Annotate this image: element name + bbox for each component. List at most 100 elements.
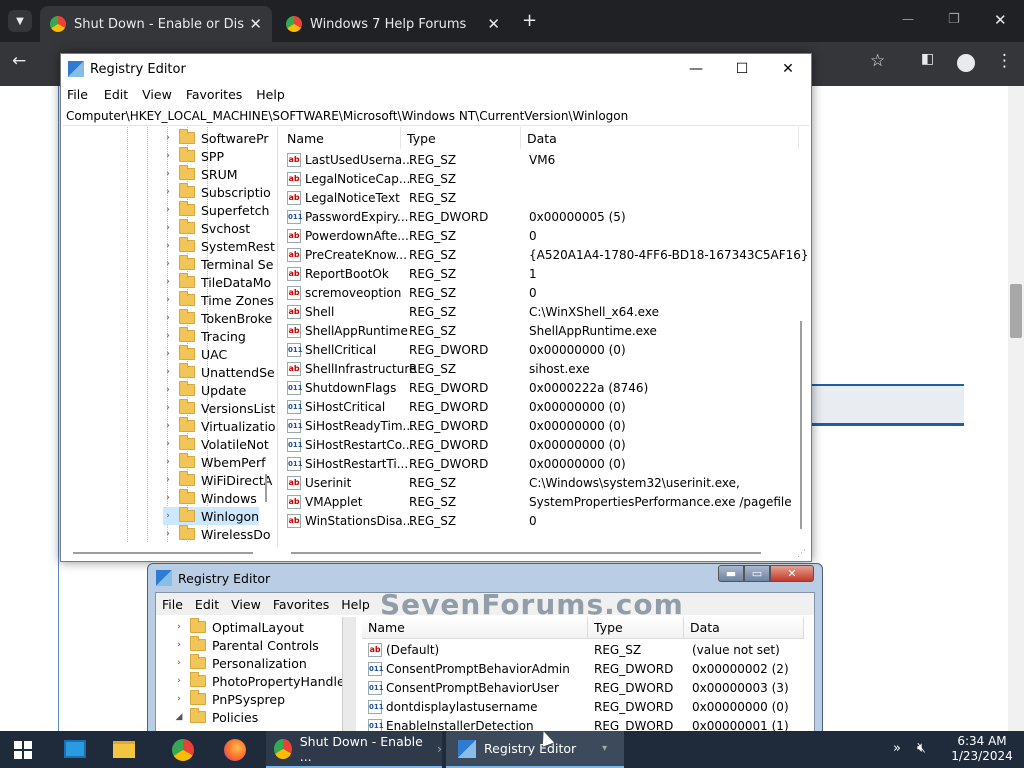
tree-item[interactable]: › Time Zones (163, 291, 274, 309)
table-row[interactable]: ab LegalNoticeText REG_SZ (281, 189, 801, 208)
close-window-button[interactable]: ✕ (994, 11, 1007, 29)
tree-item[interactable]: › UAC (163, 345, 227, 363)
side-panel-icon[interactable]: ◧ (921, 51, 934, 67)
table-row[interactable]: 011 PasswordExpiry... REG_DWORD 0x00000005 … (281, 208, 801, 227)
table-row[interactable]: ab ReportBootOk REG_SZ 1 (281, 265, 801, 284)
chevron-right-icon[interactable]: › (163, 421, 173, 431)
table-row[interactable]: ab PreCreateKnow... REG_SZ {A520A1A4-1780-4… (281, 246, 809, 265)
chevron-right-icon[interactable]: › (163, 295, 173, 305)
file-explorer-icon[interactable] (113, 741, 135, 758)
chevron-right-icon[interactable]: › (163, 439, 173, 449)
chevron-right-icon[interactable]: › (163, 277, 173, 287)
tree-item[interactable]: › UnattendSe (163, 363, 275, 381)
list-horizontal-scrollbar[interactable] (291, 552, 761, 554)
tree-item[interactable]: › Tracing (163, 327, 246, 345)
page-scrollbar[interactable] (1008, 86, 1024, 731)
table-row[interactable]: 011 ShutdownFlags REG_DWORD 0x0000222a (874… (281, 379, 801, 398)
chevron-right-icon[interactable]: › (163, 151, 173, 161)
tree-item[interactable]: › TokenBroke (163, 309, 272, 327)
chevron-right-icon[interactable]: › (163, 241, 173, 251)
page-scrollbar-thumb[interactable] (1010, 284, 1022, 338)
chevron-right-icon[interactable]: › (163, 457, 173, 467)
chevron-right-icon[interactable]: › (163, 205, 173, 215)
menu-help[interactable]: Help (250, 87, 291, 102)
firefox-icon[interactable] (224, 739, 246, 761)
chevron-right-icon[interactable]: › (163, 511, 173, 521)
value-list[interactable]: Name Type Data ab LastUsedUserna... REG_SZ… (281, 127, 811, 542)
chevron-right-icon[interactable]: › (163, 313, 173, 323)
table-row[interactable]: ab LegalNoticeCap... REG_SZ (281, 170, 801, 189)
chevron-right-icon[interactable]: › (163, 529, 173, 539)
tree-item[interactable]: › Windows (163, 489, 257, 507)
tree-item[interactable]: › Subscriptio (163, 183, 271, 201)
clock[interactable]: 6:34 AM 1/23/2024 (950, 734, 1014, 764)
start-windows-icon[interactable] (14, 741, 32, 759)
address-bar[interactable]: Computer\HKEY_LOCAL_MACHINE\SOFTWARE\Mic… (63, 106, 809, 126)
tree-item[interactable]: › Update (163, 381, 246, 399)
table-row[interactable]: ab ShellInfrastructure REG_SZ sihost.exe (281, 360, 801, 379)
profile-icon[interactable] (957, 54, 975, 72)
chevron-right-icon[interactable]: › (163, 367, 173, 377)
tree-item[interactable]: › SRUM (163, 165, 238, 183)
table-row[interactable]: ab scremoveoption REG_SZ 0 (281, 284, 801, 303)
maximize-button[interactable]: ☐ (719, 54, 765, 84)
taskbar-app-chrome[interactable]: Shut Down - Enable ... › (266, 731, 442, 768)
menu-edit[interactable]: Edit (98, 87, 134, 102)
menu-favorites[interactable]: Favorites (180, 87, 248, 102)
task-view-icon[interactable] (64, 740, 86, 758)
tree-item[interactable]: › Terminal Se (163, 255, 273, 273)
chevron-right-icon[interactable]: › (163, 349, 173, 359)
menu-file[interactable]: File (61, 87, 94, 102)
back-arrow-icon[interactable]: ← (12, 51, 26, 71)
column-header-name[interactable]: Name (281, 127, 401, 149)
tab-windows7-help[interactable]: Windows 7 Help Forums ✕ (276, 6, 510, 42)
table-row[interactable]: 011 SiHostReadyTim... REG_DWORD 0x00000000 … (281, 417, 801, 436)
table-row[interactable]: 011 SiHostRestartCo... REG_DWORD 0x00000000… (281, 436, 801, 455)
chevron-right-icon[interactable]: › (163, 133, 173, 143)
restore-button[interactable]: ❐ (948, 12, 960, 27)
table-row[interactable]: 011 ShellCritical REG_DWORD 0x00000000 (0) (281, 341, 801, 360)
tab-shut-down[interactable]: Shut Down - Enable or Disable ✕ (40, 6, 272, 42)
chevron-right-icon[interactable]: › (163, 259, 173, 269)
chevron-right-icon[interactable]: › (163, 223, 173, 233)
minimize-button[interactable]: — (673, 54, 719, 84)
minimize-button[interactable]: — (902, 12, 914, 26)
table-row[interactable]: ab LastUsedUserna... REG_SZ VM6 (281, 151, 801, 170)
chevron-right-icon[interactable]: › (163, 169, 173, 179)
taskbar-app-regedit[interactable]: Registry Editor ▾ (446, 731, 624, 768)
new-tab-button[interactable]: + (522, 10, 537, 31)
chevron-right-icon[interactable]: › (163, 475, 173, 485)
tab-close-icon[interactable]: ✕ (487, 15, 500, 33)
chrome-icon[interactable] (172, 739, 194, 761)
chevron-right-icon[interactable]: › (163, 331, 173, 341)
chevron-right-icon[interactable]: › (163, 403, 173, 413)
table-row[interactable]: ab ShellAppRuntime REG_SZ ShellAppRuntime.e… (281, 322, 801, 341)
table-row[interactable]: ab WinStationsDisa... REG_SZ 0 (281, 512, 801, 531)
tree-horizontal-scrollbar[interactable] (73, 552, 253, 554)
key-tree[interactable]: › SoftwarePr › SPP › SRUM › Subscriptio › Superfe… (63, 127, 277, 542)
tree-vertical-scrollbar[interactable] (265, 474, 267, 502)
tree-item[interactable]: › Svchost (163, 219, 250, 237)
tree-item[interactable]: › SoftwarePr (163, 129, 269, 147)
column-header-type[interactable]: Type (401, 127, 521, 149)
tree-item[interactable]: › Virtualizatio (163, 417, 276, 435)
tab-close-icon[interactable]: ✕ (249, 15, 262, 33)
chevron-right-icon[interactable]: › (163, 493, 173, 503)
table-row[interactable]: ab Shell REG_SZ C:\WinXShell_x64.exe (281, 303, 801, 322)
volume-muted-icon[interactable]: 🔇︎ (917, 740, 926, 756)
close-button[interactable]: ✕ (765, 54, 811, 84)
resize-grip-icon[interactable]: ⋰ (797, 549, 806, 559)
menu-view[interactable]: View (136, 87, 178, 102)
table-row[interactable]: 011 SiHostRestartTi... REG_DWORD 0x00000000… (281, 455, 801, 474)
tree-item[interactable]: › SPP (163, 147, 224, 165)
column-header-data[interactable]: Data (521, 127, 799, 149)
tab-search-button[interactable]: ▼ (8, 10, 32, 32)
chevron-right-icon[interactable]: › (163, 187, 173, 197)
tree-item[interactable]: › WiFiDirectA (163, 471, 272, 489)
tree-item[interactable]: › TileDataMo (163, 273, 271, 291)
tree-item[interactable]: › SystemRest (163, 237, 275, 255)
menu-kebab-icon[interactable]: ⋮ (996, 51, 1013, 71)
tree-item[interactable]: › VersionsList (163, 399, 275, 417)
chevron-right-icon[interactable]: › (163, 385, 173, 395)
tree-item[interactable]: › Winlogon (163, 507, 260, 525)
